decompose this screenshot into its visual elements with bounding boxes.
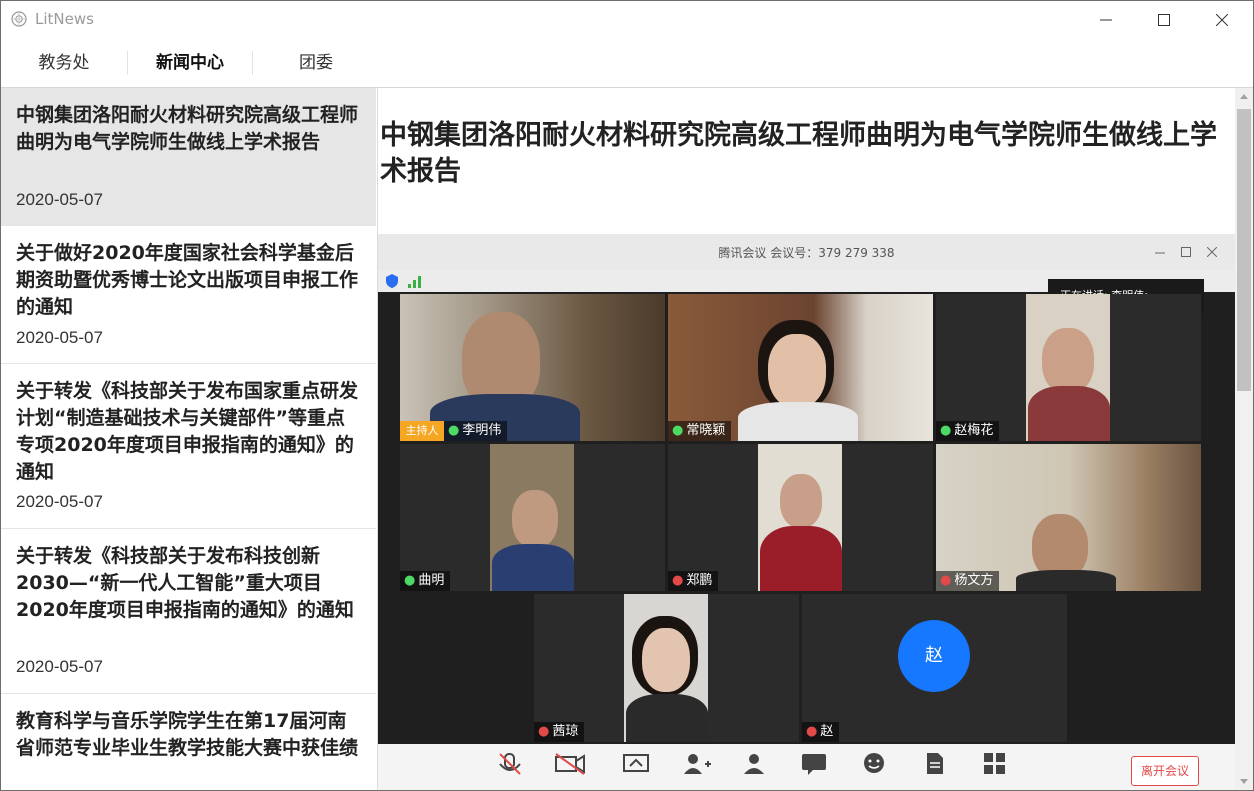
scroll-up-icon[interactable] bbox=[1235, 88, 1253, 106]
minimize-icon bbox=[1100, 19, 1112, 21]
news-list-item[interactable]: 教育科学与音乐学院学生在第17届河南省师范专业毕业生教学技能大赛中获佳绩 bbox=[1, 694, 376, 790]
video-tile: ● 杨文方 bbox=[936, 444, 1201, 591]
news-item-title: 关于转发《科技部关于发布科技创新2030—“新一代人工智能”重大项目2020年度… bbox=[16, 545, 354, 621]
news-item-title: 教育科学与音乐学院学生在第17届河南省师范专业毕业生教学技能大赛中获佳绩 bbox=[16, 710, 359, 759]
participant-name: ● 赵梅花 bbox=[936, 421, 1000, 441]
video-tile: 赵 ● 赵 bbox=[802, 594, 1067, 742]
share-screen-icon bbox=[623, 754, 649, 772]
news-item-title: 关于转发《科技部关于发布国家重点研发计划“制造基础技术与关键部件”等重点专项20… bbox=[16, 380, 359, 483]
maximize-icon bbox=[1181, 247, 1191, 257]
tab-jiaowuchu[interactable]: 教务处 bbox=[13, 39, 115, 87]
documents-button bbox=[914, 750, 954, 784]
meeting-toolbar: 离开会议 bbox=[378, 744, 1235, 790]
microphone-icon: ● bbox=[448, 423, 460, 438]
mute-button bbox=[490, 750, 530, 784]
minimize-button[interactable] bbox=[1077, 1, 1135, 39]
add-user-icon bbox=[684, 754, 711, 774]
title-bar: LitNews bbox=[1, 1, 1253, 39]
leave-meeting-button: 离开会议 bbox=[1131, 756, 1199, 786]
meeting-titlebar: 腾讯会议 会议号：379 279 338 bbox=[378, 234, 1235, 270]
participant-name: ● 常晓颖 bbox=[668, 421, 732, 441]
participant-name: ● 杨文方 bbox=[936, 571, 1000, 591]
emoji-icon bbox=[864, 753, 884, 773]
camera-off-icon bbox=[555, 753, 585, 775]
video-tile: ● 曲明 bbox=[400, 444, 665, 591]
tab-bar: 教务处 新闻中心 团委 bbox=[1, 39, 1253, 88]
microphone-icon: ● bbox=[404, 573, 416, 588]
tab-divider bbox=[252, 51, 253, 75]
video-tile: ● 茜琼 bbox=[534, 594, 799, 742]
microphone-muted-icon: ● bbox=[538, 724, 550, 739]
participant-name: ● 曲明 bbox=[400, 571, 451, 591]
maximize-button[interactable] bbox=[1135, 1, 1193, 39]
document-icon bbox=[927, 753, 943, 774]
members-icon bbox=[744, 754, 764, 774]
chat-button bbox=[794, 750, 834, 784]
microphone-muted-icon: ● bbox=[940, 573, 952, 588]
news-item-date: 2020-05-07 bbox=[16, 328, 103, 347]
article-view: 中钢集团洛阳耐火材料研究院高级工程师曲明为电气学院师生做线上学术报告 腾讯会议 … bbox=[378, 88, 1235, 790]
news-list: 中钢集团洛阳耐火材料研究院高级工程师曲明为电气学院师生做线上学术报告 2020-… bbox=[1, 88, 378, 790]
news-item-title: 关于做好2020年度国家社会科学基金后期资助暨优秀博士论文出版项目申报工作的通知 bbox=[16, 242, 359, 318]
scroll-down-icon[interactable] bbox=[1235, 772, 1253, 790]
app-logo-icon bbox=[11, 11, 27, 27]
microphone-icon: ● bbox=[940, 423, 952, 438]
shield-icon bbox=[386, 274, 398, 288]
scrollbar-thumb[interactable] bbox=[1237, 109, 1251, 391]
news-item-date: 2020-05-07 bbox=[16, 492, 103, 511]
article-image: 腾讯会议 会议号：379 279 338 正在讲话: 李明伟; 主持人 ●李明伟 bbox=[378, 234, 1235, 790]
members-button bbox=[734, 750, 774, 784]
participant-name: ● 茜琼 bbox=[534, 722, 585, 742]
video-tile: ● 郑鹏 bbox=[668, 444, 933, 591]
close-icon bbox=[1207, 247, 1217, 257]
article-title: 中钢集团洛阳耐火材料研究院高级工程师曲明为电气学院师生做线上学术报告 bbox=[380, 120, 1217, 187]
video-grid: 主持人 ● 李明伟 ● 常晓颖 ● 赵梅花 ● 曲明 ● 郑鹏 ● 杨文方 ● … bbox=[400, 294, 1201, 742]
video-tile: ● 常晓颖 bbox=[668, 294, 933, 441]
participant-name: ● 赵 bbox=[802, 722, 840, 742]
news-item-title: 中钢集团洛阳耐火材料研究院高级工程师曲明为电气学院师生做线上学术报告 bbox=[16, 104, 359, 153]
tab-divider bbox=[127, 51, 128, 75]
video-tile: ● 赵梅花 bbox=[936, 294, 1201, 441]
participant-avatar: 赵 bbox=[898, 620, 970, 692]
news-list-item[interactable]: 关于做好2020年度国家社会科学基金后期资助暨优秀博士论文出版项目申报工作的通知… bbox=[1, 226, 376, 364]
close-button[interactable] bbox=[1193, 1, 1251, 39]
apps-button bbox=[974, 750, 1014, 784]
microphone-icon: ● bbox=[672, 423, 684, 438]
news-list-item[interactable]: 中钢集团洛阳耐火材料研究院高级工程师曲明为电气学院师生做线上学术报告 2020-… bbox=[1, 88, 376, 226]
grid-apps-icon bbox=[984, 753, 1005, 774]
microphone-muted-icon: ● bbox=[672, 573, 684, 588]
reactions-button bbox=[854, 750, 894, 784]
news-item-date: 2020-05-07 bbox=[16, 190, 103, 209]
participant-name: ● 郑鹏 bbox=[668, 571, 719, 591]
video-button bbox=[550, 750, 590, 784]
invite-button bbox=[676, 750, 716, 784]
tab-tuanwei[interactable]: 团委 bbox=[265, 39, 367, 87]
news-list-item[interactable]: 关于转发《科技部关于发布科技创新2030—“新一代人工智能”重大项目2020年度… bbox=[1, 529, 376, 694]
video-tile: 主持人 ● 李明伟 bbox=[400, 294, 665, 441]
content-scrollbar[interactable] bbox=[1235, 88, 1253, 790]
news-list-item[interactable]: 关于转发《科技部关于发布国家重点研发计划“制造基础技术与关键部件”等重点专项20… bbox=[1, 364, 376, 529]
signal-icon bbox=[408, 276, 421, 288]
share-screen-button bbox=[616, 750, 656, 784]
window-title: LitNews bbox=[35, 10, 94, 28]
maximize-icon bbox=[1158, 14, 1170, 26]
meeting-title: 腾讯会议 会议号：379 279 338 bbox=[718, 246, 895, 260]
host-badge: 主持人 bbox=[400, 421, 444, 441]
microphone-muted-icon bbox=[499, 753, 521, 775]
microphone-muted-icon: ● bbox=[806, 724, 818, 739]
participant-name: ● 李明伟 bbox=[444, 421, 508, 441]
tab-news-center[interactable]: 新闻中心 bbox=[139, 39, 241, 87]
minimize-icon bbox=[1155, 252, 1165, 254]
chat-icon bbox=[802, 754, 826, 775]
news-item-date: 2020-05-07 bbox=[16, 657, 103, 676]
close-icon bbox=[1216, 14, 1228, 26]
app-window: LitNews 教务处 新闻中心 团委 中钢集团洛阳耐火材料研究院高级工程师曲明… bbox=[0, 0, 1254, 791]
